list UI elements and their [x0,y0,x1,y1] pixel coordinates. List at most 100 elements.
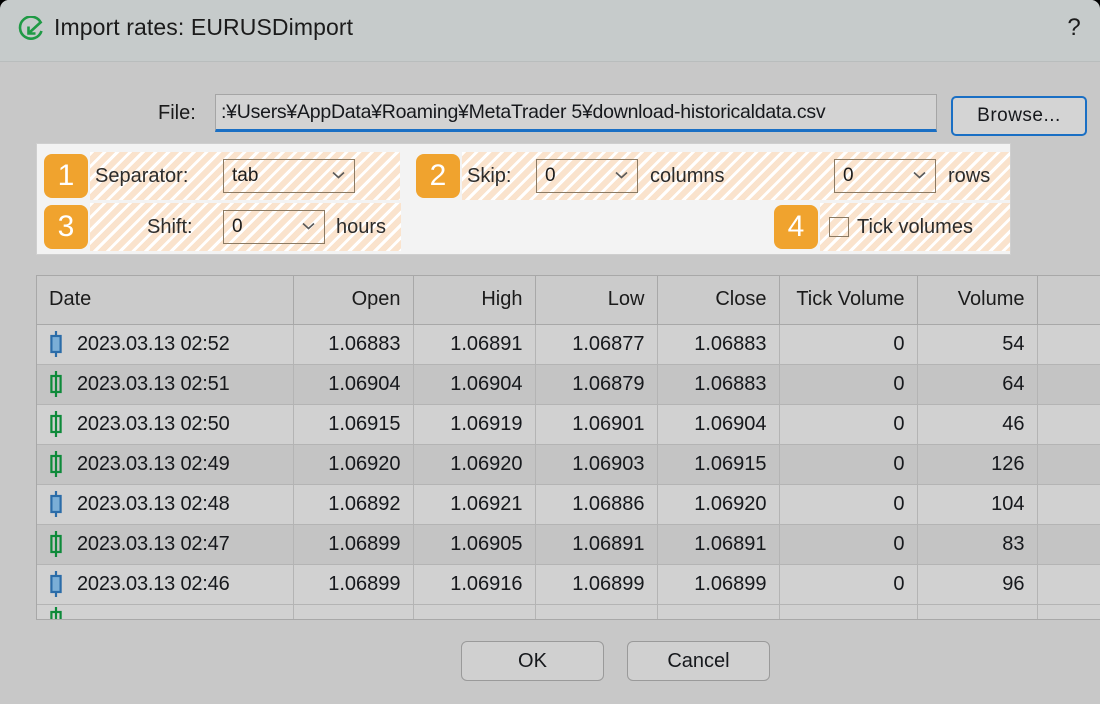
cell-open: 1.06883 [293,324,414,365]
chevron-down-icon [615,171,628,179]
cell-high: 1.06920 [413,444,536,485]
cell-spread [1037,524,1100,565]
cell-volume: 126 [917,444,1038,485]
shift-value: 0 [232,216,243,237]
cell-open: 1.06892 [293,484,414,525]
cell-close: 1.06915 [657,444,780,485]
table-row[interactable]: 2023.03.13 02:49 1.06920 1.06920 1.06903 1.0… [37,444,1100,485]
table-row[interactable]: 2023.03.13 02:46 1.06899 1.06916 1.06899 1.0… [37,564,1100,605]
cell-open: 1.06915 [293,404,414,445]
cell-low: 1.06901 [535,404,658,445]
table-row[interactable] [37,604,1100,619]
cell-spread [1037,484,1100,525]
skip-label: Skip: [467,165,512,187]
column-header-volume[interactable]: Volume [917,276,1038,325]
cell-high: 1.06891 [413,324,536,365]
cell-tick-volume: 0 [779,364,918,405]
cell-spread [1037,324,1100,365]
step-badge-3: 3 [44,205,88,249]
cell-volume: 54 [917,324,1038,365]
candlestick-up-icon [50,411,62,437]
cell-volume: 64 [917,364,1038,405]
cell-low: 1.06891 [535,524,658,565]
cell-volume: 46 [917,404,1038,445]
skip-columns-select[interactable]: 0 [536,159,638,193]
column-header-date[interactable]: Date [37,276,294,325]
column-header-tick-volume[interactable]: Tick Volume [779,276,918,325]
skip-rows-unit: rows [948,165,991,187]
ok-button[interactable]: OK [461,641,604,681]
cell-high: 1.06916 [413,564,536,605]
chevron-down-icon [913,171,926,179]
cell-date: 2023.03.13 02:47 [37,524,294,565]
step-badge-1: 1 [44,154,88,198]
cell-spread [1037,404,1100,445]
table-row[interactable]: 2023.03.13 02:50 1.06915 1.06919 1.06901 1.0… [37,404,1100,445]
cell-tick-volume: 0 [779,324,918,365]
cell-close: 1.06904 [657,404,780,445]
cell-date: 2023.03.13 02:52 [37,324,294,365]
candlestick-up-icon [50,371,62,397]
cell-low: 1.06903 [535,444,658,485]
column-header-spread[interactable]: Spr [1037,276,1100,325]
cell-volume: 83 [917,524,1038,565]
cell-close: 1.06920 [657,484,780,525]
cell-date: 2023.03.13 02:49 [37,444,294,485]
cell-date: 2023.03.13 02:50 [37,404,294,445]
cell-close: 1.06899 [657,564,780,605]
file-path-input[interactable] [215,94,937,132]
cell-spread [1037,564,1100,605]
table-row[interactable]: 2023.03.13 02:52 1.06883 1.06891 1.06877 1.0… [37,324,1100,365]
cell-high: 1.06919 [413,404,536,445]
candlestick-down-icon [50,331,62,357]
separator-value: tab [232,165,259,186]
column-header-low[interactable]: Low [535,276,658,325]
column-header-close[interactable]: Close [657,276,780,325]
separator-select[interactable]: tab [223,159,355,193]
cell-open: 1.06904 [293,364,414,405]
rates-preview-table[interactable]: Date Open High Low Close Tick Volume Vol… [36,275,1100,620]
tick-volumes-label: Tick volumes [857,216,973,238]
page-title: Import rates: EURUSDimport [54,14,354,40]
cell-tick-volume: 0 [779,484,918,525]
import-rates-dialog: Import rates: EURUSDimport ? File: Brows… [0,0,1100,704]
cell-tick-volume: 0 [779,524,918,565]
step-badge-2: 2 [416,154,460,198]
cell-high: 1.06921 [413,484,536,525]
table-header-row: Date Open High Low Close Tick Volume Vol… [37,276,1100,325]
cell-close: 1.06883 [657,364,780,405]
tick-volumes-checkbox[interactable] [829,217,849,237]
skip-rows-select[interactable]: 0 [834,159,936,193]
candlestick-up-icon [50,606,62,619]
cell-close: 1.06891 [657,524,780,565]
import-circle-arrow-icon [15,15,45,46]
title-bar: Import rates: EURUSDimport ? [0,0,1100,62]
help-button[interactable]: ? [1058,12,1090,44]
file-label: File: [158,102,196,124]
chevron-down-icon [302,222,315,230]
table-row[interactable]: 2023.03.13 02:47 1.06899 1.06905 1.06891 1.0… [37,524,1100,565]
table-row[interactable]: 2023.03.13 02:51 1.06904 1.06904 1.06879 1.0… [37,364,1100,405]
skip-rows-value: 0 [843,165,854,186]
step-badge-4: 4 [774,205,818,249]
table-row[interactable]: 2023.03.13 02:48 1.06892 1.06921 1.06886 1.0… [37,484,1100,525]
column-header-open[interactable]: Open [293,276,414,325]
cell-open: 1.06899 [293,564,414,605]
candlestick-up-icon [50,531,62,557]
cell-date: 2023.03.13 02:48 [37,484,294,525]
candlestick-up-icon [50,451,62,477]
cell-low: 1.06899 [535,564,658,605]
chevron-down-icon [332,171,345,179]
cell-date: 2023.03.13 02:46 [37,564,294,605]
cancel-button[interactable]: Cancel [627,641,770,681]
cell-high: 1.06904 [413,364,536,405]
browse-button[interactable]: Browse... [951,96,1087,136]
cell-low: 1.06886 [535,484,658,525]
shift-select[interactable]: 0 [223,210,325,244]
shift-unit: hours [336,216,387,238]
cell-tick-volume: 0 [779,564,918,605]
import-options-panel: 1 Separator: tab 2 Skip: 0 columns 0 row… [36,143,1011,255]
column-header-high[interactable]: High [413,276,536,325]
cell-close: 1.06883 [657,324,780,365]
cell-open: 1.06899 [293,524,414,565]
